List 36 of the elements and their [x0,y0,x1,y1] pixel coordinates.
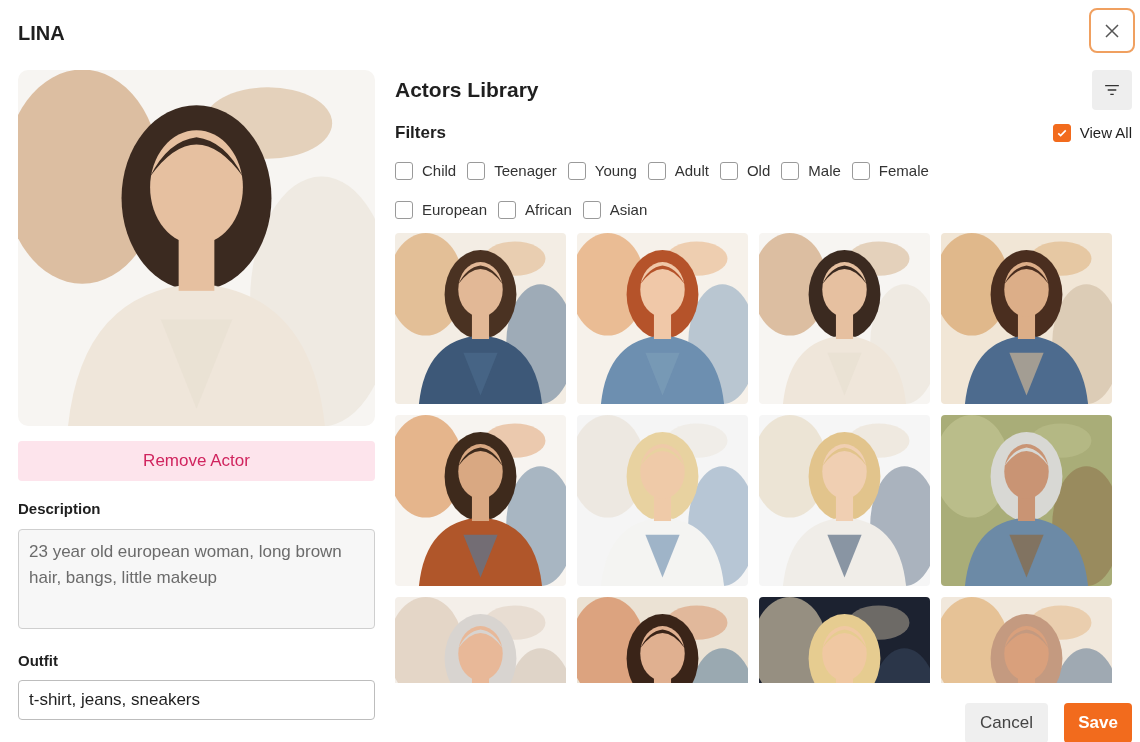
filter-icon [1104,84,1120,96]
filter-label: Male [808,160,841,181]
filter-checkbox[interactable] [781,161,800,180]
close-icon [1104,22,1120,39]
filter-label: Asian [609,200,648,220]
filter-label: Female [878,160,929,181]
filter-label: African [525,200,572,220]
filter-checkbox[interactable] [395,201,413,220]
filter-label: Young [594,160,637,181]
filter-checkbox[interactable] [395,161,413,180]
description-label: Description [18,499,102,519]
close-button[interactable] [1089,8,1135,53]
description-field[interactable]: 23 year old european woman, long brown hair, bangs, little makeup [18,528,375,629]
filter-checkbox[interactable] [851,161,870,180]
outfit-label: Outfit [18,650,59,671]
filter-checkbox[interactable] [567,161,586,180]
filter-checkbox[interactable] [647,161,666,180]
library-title: Actors Library [395,77,539,104]
filter-label: Teenager [494,160,557,181]
filter-label: Child [422,160,457,181]
cancel-button[interactable]: Cancel [965,702,1048,742]
remove-actor-button[interactable]: Remove Actor [18,441,375,481]
save-button[interactable]: Save [1064,702,1132,742]
filter-label: Adult [674,160,709,181]
outfit-field[interactable]: t-shirt, jeans, sneakers [18,680,375,720]
filter-label: European [422,200,488,220]
filter-checkbox[interactable] [582,201,601,220]
filter-label: Old [746,160,771,181]
filter-checkbox[interactable] [719,161,738,180]
filter-checkbox[interactable] [498,201,517,220]
filter-checkbox[interactable] [467,161,486,180]
view-all-label: View All [1079,122,1132,143]
filters-label: Filters [395,122,447,144]
filter-button[interactable] [1092,70,1132,110]
view-all-checkbox[interactable] [1052,123,1071,142]
dialog-title: LINA [18,21,65,46]
